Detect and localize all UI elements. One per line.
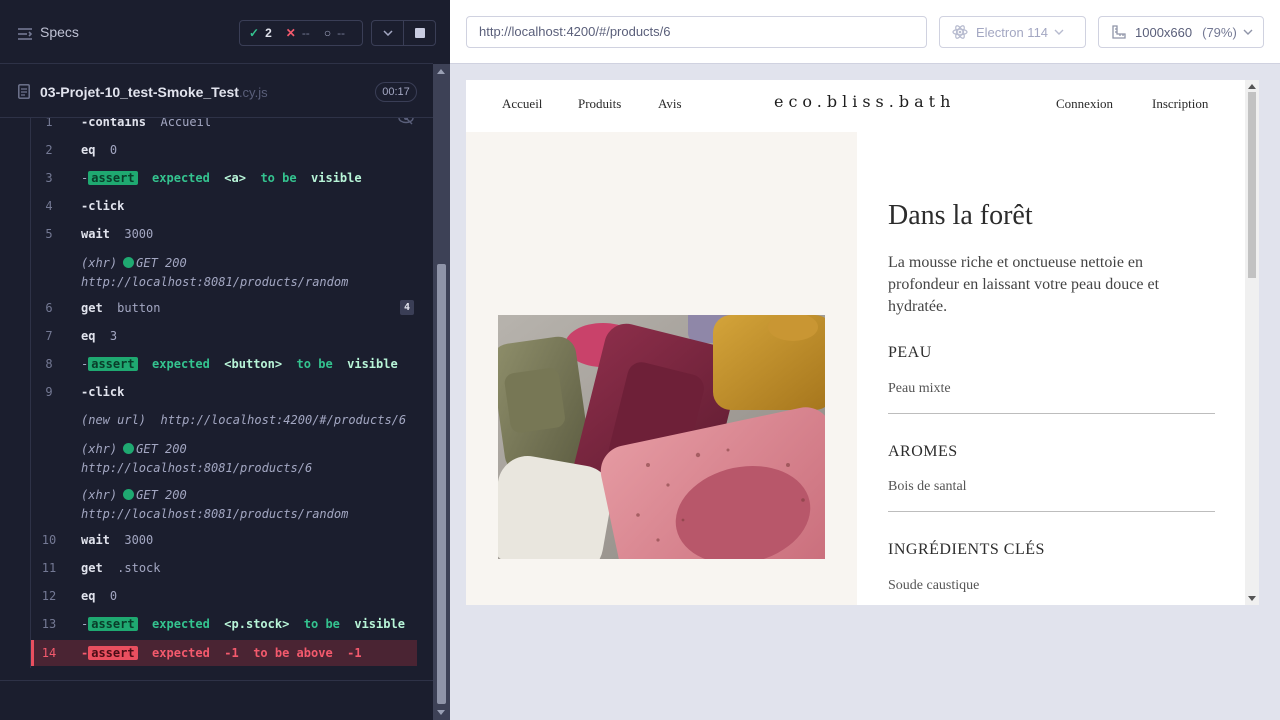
passed-count: 2 (265, 26, 272, 40)
browser-label: Electron 114 (976, 24, 1049, 40)
electron-icon (952, 24, 968, 40)
site-navbar: Accueil Produits Avis eco.bliss.bath Con… (466, 80, 1245, 132)
specs-header: Specs ✓ 2 ✕ -- ○ -- (0, 0, 436, 64)
status-dot-icon (123, 489, 135, 500)
scroll-down-icon[interactable] (1248, 596, 1256, 601)
section-heading-aromas: AROMES (888, 443, 958, 460)
product-title: Dans la forêt (888, 200, 1033, 231)
chevron-down-icon (1054, 29, 1064, 35)
section-heading-skin: PEAU (888, 344, 932, 361)
spec-file-name[interactable]: 03-Projet-10_test-Smoke_Test.cy.js (40, 84, 268, 100)
stop-icon (414, 28, 425, 38)
element-count-badge: 4 (400, 300, 414, 315)
command-log: 1 -contains Accueil 2 eq 0 3 - assert exp… (30, 118, 417, 668)
document-icon (18, 84, 30, 103)
viewport-selector[interactable]: 1000x660 (79%) (1098, 16, 1264, 48)
chevron-down-icon (382, 30, 393, 36)
divider (888, 413, 1215, 414)
eye-slash-icon[interactable] (398, 118, 414, 129)
chevron-down-icon (1243, 29, 1253, 35)
spec-duration: 00:17 (375, 82, 417, 102)
nav-link-home[interactable]: Accueil (502, 96, 542, 112)
assert-badge: assert (88, 171, 138, 185)
runner-options-button[interactable] (371, 20, 404, 46)
site-logo[interactable]: eco.bliss.bath (774, 92, 955, 111)
ruler-icon (1111, 24, 1127, 40)
nav-link-signup[interactable]: Inscription (1152, 96, 1208, 112)
failed-x-icon: ✕ (285, 26, 296, 40)
scroll-down-icon[interactable] (437, 710, 445, 715)
pending-circle-icon: ○ (323, 26, 332, 40)
section-heading-ingredients: INGRÉDIENTS CLÉS (888, 541, 1045, 558)
product-photo (498, 315, 825, 559)
status-dot-icon (123, 257, 135, 268)
assert-badge: assert (88, 617, 138, 631)
section-value-aromas: Bois de santal (888, 479, 967, 494)
spec-file-ext: .cy.js (238, 85, 268, 100)
scroll-up-icon[interactable] (1248, 84, 1256, 89)
specs-list-icon[interactable] (17, 26, 33, 45)
aut-url-input[interactable]: http://localhost:4200/#/products/6 (466, 16, 927, 48)
failed-command-row[interactable]: 14 - assert expected -1 to be above -1 (31, 640, 417, 666)
aut-scrollbar[interactable] (1245, 80, 1259, 605)
command-log-scrollbar[interactable] (433, 64, 450, 720)
scroll-thumb[interactable] (437, 264, 446, 704)
aut-panel: http://localhost:4200/#/products/6 Elect… (450, 0, 1280, 720)
aut-toolbar: http://localhost:4200/#/products/6 Elect… (450, 0, 1280, 64)
product-description: La mousse riche et onctueuse nettoie en … (888, 254, 1160, 315)
app-under-test-frame: Accueil Produits Avis eco.bliss.bath Con… (466, 80, 1259, 605)
stop-button[interactable] (403, 20, 436, 46)
passed-check-icon: ✓ (249, 26, 260, 40)
product-image-panel (466, 132, 857, 605)
spec-file-row: 03-Projet-10_test-Smoke_Test.cy.js 00:17 (0, 78, 433, 106)
product-info: Dans la forêt La mousse riche et onctueu… (888, 132, 1218, 605)
nav-link-login[interactable]: Connexion (1056, 96, 1113, 112)
test-stats: ✓ 2 ✕ -- ○ -- (239, 20, 363, 46)
assert-badge: assert (88, 357, 138, 371)
spec-file-base: 03-Projet-10_test-Smoke_Test (40, 84, 239, 100)
section-value-skin: Peau mixte (888, 381, 951, 396)
failed-count: -- (301, 26, 310, 40)
scroll-up-icon[interactable] (437, 69, 445, 74)
assert-fail-badge: assert (88, 646, 138, 660)
scroll-thumb[interactable] (1248, 92, 1256, 278)
pending-count: -- (337, 26, 346, 40)
divider (0, 680, 433, 681)
runner-panel: Specs ✓ 2 ✕ -- ○ -- 03-Projet-10_test-Smoke… (0, 0, 450, 720)
nav-link-products[interactable]: Produits (578, 96, 621, 112)
viewport-size: 1000x660 (1135, 24, 1193, 40)
section-value-ingredients: Soude caustique (888, 578, 980, 593)
status-dot-icon (123, 443, 135, 454)
divider (888, 511, 1215, 512)
zoom-level: (79%) (1202, 24, 1237, 40)
nav-link-reviews[interactable]: Avis (658, 96, 682, 112)
specs-title[interactable]: Specs (40, 24, 79, 40)
browser-selector[interactable]: Electron 114 (939, 16, 1086, 48)
